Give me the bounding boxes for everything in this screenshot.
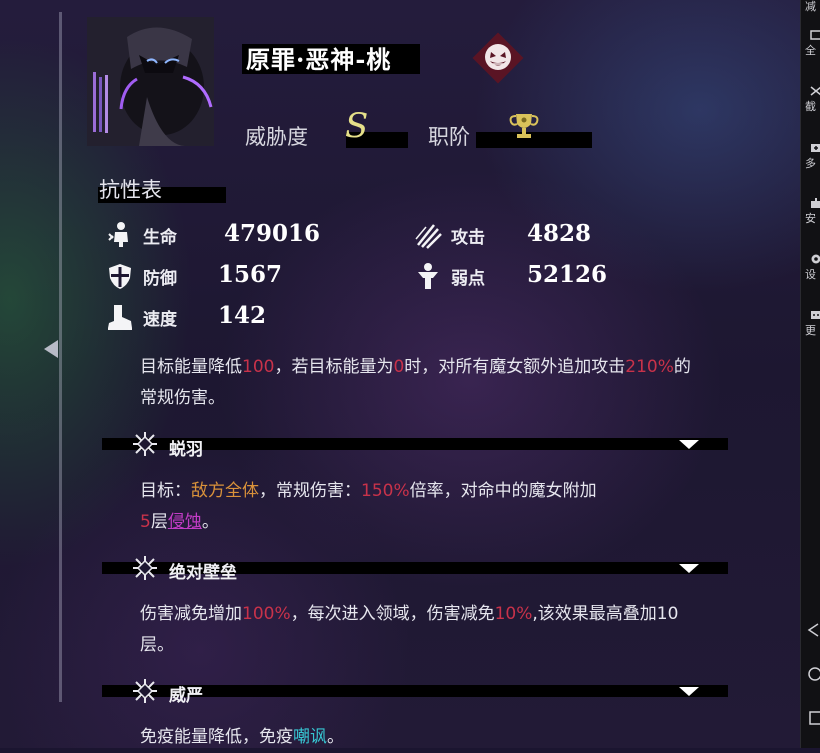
stat-defense-label: 防御 (143, 264, 177, 289)
sidebar-item-minimize[interactable]: 减 (805, 0, 820, 14)
trait-barrier-icon (131, 554, 159, 582)
trait-molt-name: 蜕羽 (169, 435, 203, 460)
nav-home-icon[interactable] (806, 666, 820, 682)
stat-defense-value: 1567 (218, 261, 282, 288)
trait-molt-description: 目标：敌方全体，常规伤害：150%倍率，对命中的魔女附加5层侵蚀。 (140, 476, 700, 538)
resistance-table-title[interactable]: 抗性表 (99, 174, 162, 204)
more-icon (810, 310, 820, 320)
boss-name: 原罪·恶神-桃 (246, 40, 391, 75)
speed-boot-icon (106, 303, 134, 331)
boss-portrait-art (87, 17, 214, 146)
sidebar-item-more[interactable]: 更 (805, 310, 820, 338)
stat-speed-value: 142 (218, 302, 266, 329)
erosion-keyword-link[interactable]: 侵蚀 (168, 512, 202, 532)
stat-attack-value: 4828 (527, 220, 591, 247)
boss-skull-icon (471, 31, 525, 85)
nav-back-icon[interactable] (806, 622, 820, 638)
fullscreen-icon (810, 30, 820, 40)
weakness-figure-icon (414, 262, 442, 290)
rank-label: 职阶 (428, 121, 470, 151)
trait-barrier-chevron-down-icon[interactable] (679, 564, 699, 573)
sidebar-item-settings[interactable]: 设 (805, 254, 820, 282)
trait-barrier-name: 绝对壁垒 (169, 558, 237, 583)
multi-window-icon (810, 143, 820, 153)
trait-majesty-chevron-down-icon[interactable] (679, 687, 699, 696)
trait-majesty-icon (131, 677, 159, 705)
threat-label: 威胁度 (245, 121, 308, 151)
stat-weakness-label: 弱点 (451, 264, 485, 289)
threat-rank-value: S (345, 106, 368, 146)
collapse-panel-arrow[interactable] (44, 340, 58, 358)
install-icon (810, 198, 820, 208)
attack-claw-icon (414, 221, 442, 249)
stat-life-label: 生命 (143, 223, 177, 248)
stat-speed-label: 速度 (143, 305, 177, 330)
trait-molt-icon (131, 430, 159, 458)
defense-shield-icon (106, 262, 134, 290)
boss-portrait (87, 17, 214, 146)
stat-weakness-value: 52126 (527, 261, 607, 288)
stat-attack-label: 攻击 (451, 223, 485, 248)
sidebar-item-screenshot[interactable]: 截 (805, 86, 820, 114)
sidebar-item-fullscreen[interactable]: 全 (805, 30, 820, 58)
trait-majesty-description: 免疫能量降低，免疫嘲讽。 (140, 722, 700, 753)
trait-barrier-description: 伤害减免增加100%，每次进入领域，伤害减免10%,该效果最高叠加10层。 (140, 599, 700, 661)
panel-border (59, 12, 62, 702)
skill-description: 目标能量降低100，若目标能量为0时，对所有魔女额外追加攻击210%的常规伤害。 (140, 352, 700, 414)
trophy-icon (508, 110, 540, 142)
trait-molt-chevron-down-icon[interactable] (679, 440, 699, 449)
trait-majesty-name: 威严 (169, 681, 203, 706)
life-icon (106, 220, 134, 248)
taunt-keyword-link[interactable]: 嘲讽 (293, 727, 327, 747)
stat-life-value: 479016 (224, 220, 320, 247)
nav-recent-icon[interactable] (806, 710, 820, 726)
sidebar-item-install[interactable]: 安 (805, 198, 820, 226)
scissors-icon (810, 86, 820, 96)
sidebar-item-multi-instance[interactable]: 多 (805, 143, 820, 171)
settings-gear-icon (810, 254, 820, 264)
